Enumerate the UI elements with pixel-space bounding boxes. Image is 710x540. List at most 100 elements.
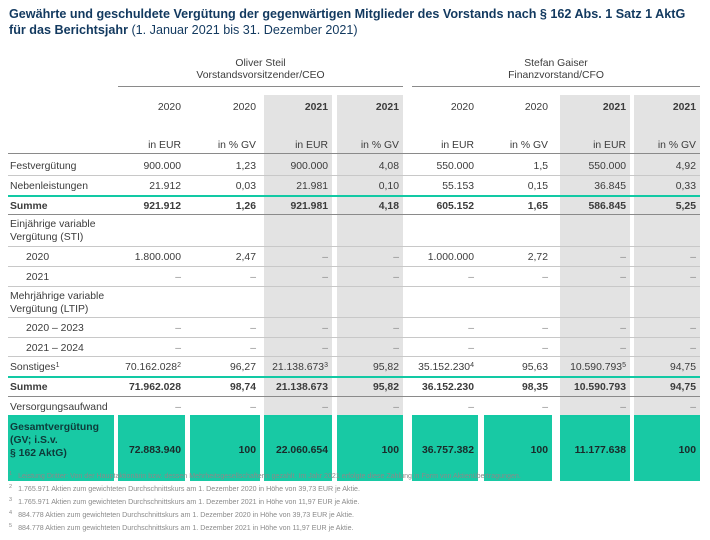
table-cell: 5,25 xyxy=(634,200,696,213)
cell-value: – xyxy=(620,323,626,334)
header-rule xyxy=(8,153,700,154)
cell-value: 21.912 xyxy=(149,181,181,192)
table-cell: – xyxy=(560,322,626,335)
cell-value: 0,10 xyxy=(378,181,399,192)
footnote-number: 2 xyxy=(9,484,13,490)
footnote-ref: 5 xyxy=(622,362,626,369)
row-label-line: 2021 – 2024 xyxy=(26,343,84,354)
cell-value: 0,33 xyxy=(675,181,696,192)
row-label: Summe xyxy=(10,200,115,213)
table-cell: 1,65 xyxy=(484,200,548,213)
row-label: Nebenleistungen xyxy=(10,180,115,193)
cell-value: 550.000 xyxy=(436,161,474,172)
row-rule xyxy=(8,175,700,176)
table-cell: 55.153 xyxy=(412,180,474,193)
footnote: 4 884.778 Aktien zum gewichteten Durchsch… xyxy=(9,510,354,519)
cell-value: 10.590.793 xyxy=(570,362,623,373)
table-cell: 100 xyxy=(190,444,256,457)
cell-value: 10.590.793 xyxy=(573,382,626,393)
row-rule xyxy=(8,317,700,318)
table-cell: 0,33 xyxy=(634,180,696,193)
table-cell: – xyxy=(190,401,256,414)
cell-value: 921.912 xyxy=(143,201,181,212)
table-cell: 4,08 xyxy=(337,160,399,173)
cell-value: – xyxy=(620,252,626,263)
cell-value: – xyxy=(690,402,696,413)
cell-value: – xyxy=(175,272,181,283)
cell-value: 0,15 xyxy=(527,181,548,192)
table-cell: – xyxy=(484,322,548,335)
column-year: 2021 xyxy=(304,102,328,113)
cell-value: 900.000 xyxy=(143,161,181,172)
row-label-line: Nebenleistungen xyxy=(10,181,88,192)
cell-value: – xyxy=(322,323,328,334)
cell-value: – xyxy=(542,323,548,334)
cell-value: 2,47 xyxy=(235,252,256,263)
table-cell: 2,47 xyxy=(190,251,256,264)
column-year: 2021 xyxy=(375,102,399,113)
cell-value: 2,72 xyxy=(527,252,548,263)
table-cell: – xyxy=(264,271,328,284)
cell-value: – xyxy=(690,252,696,263)
footnote-number: 1 xyxy=(9,471,13,477)
cell-value: 550.000 xyxy=(588,161,626,172)
table-cell: 0,03 xyxy=(190,180,256,193)
row-label-line: (GV; i.S.v. xyxy=(10,435,58,446)
table-cell: 72.883.940 xyxy=(118,444,181,457)
cell-value: 900.000 xyxy=(290,161,328,172)
table-cell: – xyxy=(560,251,626,264)
cell-value: 55.153 xyxy=(442,181,474,192)
footnote-ref: 3 xyxy=(324,362,328,369)
cell-value: 36.757.382 xyxy=(421,445,474,456)
table-cell: 22.060.654 xyxy=(264,444,328,457)
row-label: Sonstiges1 xyxy=(10,361,115,374)
cell-value: – xyxy=(468,343,474,354)
cell-value: 4,92 xyxy=(675,161,696,172)
table-cell: 100 xyxy=(634,444,696,457)
cell-value: – xyxy=(250,343,256,354)
table-cell: 0,15 xyxy=(484,180,548,193)
row-rule xyxy=(8,376,700,378)
person-role: Vorstandsvorsitzender/CEO xyxy=(196,70,325,81)
cell-value: 4,18 xyxy=(378,201,399,212)
page-title: Gewährte und geschuldete Vergütung der g… xyxy=(9,6,699,38)
cell-value: – xyxy=(393,252,399,263)
column-year: 2020 xyxy=(450,102,474,113)
cell-value: – xyxy=(175,323,181,334)
cell-value: 96,27 xyxy=(229,362,256,373)
table-cell: 21.912 xyxy=(118,180,181,193)
row-label-line: Versorgungsaufwand xyxy=(10,402,108,413)
table-cell: 0,10 xyxy=(337,180,399,193)
cell-value: – xyxy=(468,272,474,283)
cell-value: – xyxy=(393,402,399,413)
cell-value: – xyxy=(620,272,626,283)
table-cell: 10.590.793 xyxy=(560,381,626,394)
cell-value: – xyxy=(542,343,548,354)
column-gap xyxy=(630,415,634,481)
table-cell: – xyxy=(484,401,548,414)
cell-value: 94,75 xyxy=(669,362,696,373)
table-cell: – xyxy=(412,401,474,414)
cell-value: – xyxy=(322,343,328,354)
cell-value: – xyxy=(175,343,181,354)
cell-value: 4,08 xyxy=(378,161,399,172)
table-cell: – xyxy=(484,342,548,355)
row-label-line: Einjährige variable xyxy=(10,219,96,230)
table-cell: – xyxy=(118,322,181,335)
column-year: 2020 xyxy=(157,102,181,113)
table-cell: – xyxy=(560,342,626,355)
row-label-line: 2021 xyxy=(26,272,50,283)
column-unit: in % GV xyxy=(217,140,256,151)
cell-value: – xyxy=(542,272,548,283)
cell-value: 95,82 xyxy=(372,382,399,393)
table-cell: – xyxy=(264,322,328,335)
cell-value: – xyxy=(175,402,181,413)
cell-value: 11.177.638 xyxy=(574,445,626,456)
row-label-line: Festvergütung xyxy=(10,161,77,172)
table-cell: 1,5 xyxy=(484,160,548,173)
row-label: 2021 xyxy=(26,271,131,284)
table-cell: 11.177.638 xyxy=(560,444,626,457)
footnote-ref: 4 xyxy=(470,362,474,369)
table-cell: – xyxy=(560,271,626,284)
table-cell: – xyxy=(264,401,328,414)
